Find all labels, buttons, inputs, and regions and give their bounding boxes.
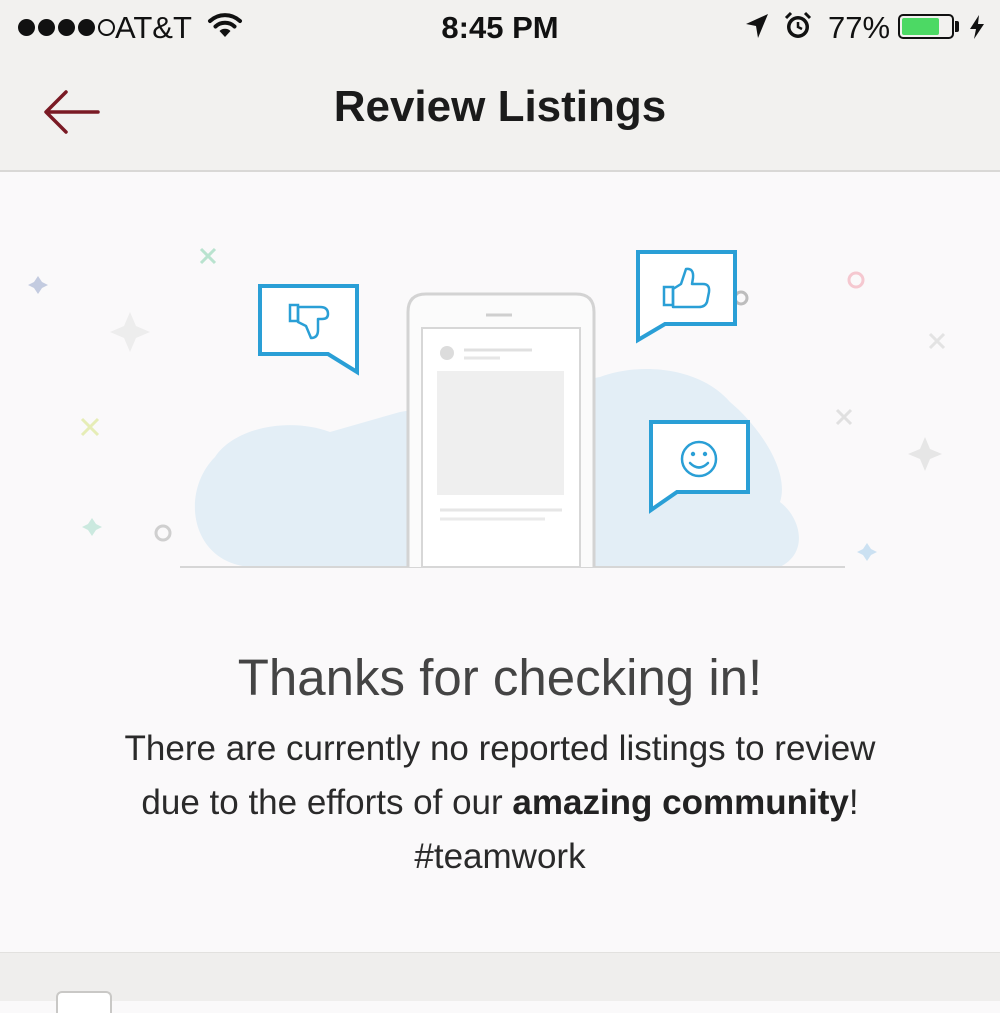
battery-percent: 77% [828, 10, 891, 45]
empty-state-message: There are currently no reported listings… [100, 722, 900, 884]
empty-state-title: Thanks for checking in! [237, 649, 763, 706]
battery-icon [898, 14, 954, 39]
bottom-bar [0, 952, 1000, 1013]
nav-bar: Review Listings [0, 56, 1000, 172]
thumbs-up-icon [636, 250, 737, 344]
message-emphasis: amazing community [512, 783, 849, 822]
bottom-tab-item[interactable] [56, 991, 112, 1013]
phone-icon [406, 292, 596, 568]
alarm-icon [784, 11, 812, 38]
status-bar: AT&T 8:45 PM 77% [0, 0, 1000, 56]
empty-state-illustration [28, 247, 946, 568]
battery-level-fill [902, 18, 939, 35]
thumbs-down-icon [258, 284, 359, 376]
charging-bolt-icon [970, 15, 984, 39]
location-arrow-icon [746, 14, 768, 38]
page-title: Review Listings [333, 82, 667, 131]
